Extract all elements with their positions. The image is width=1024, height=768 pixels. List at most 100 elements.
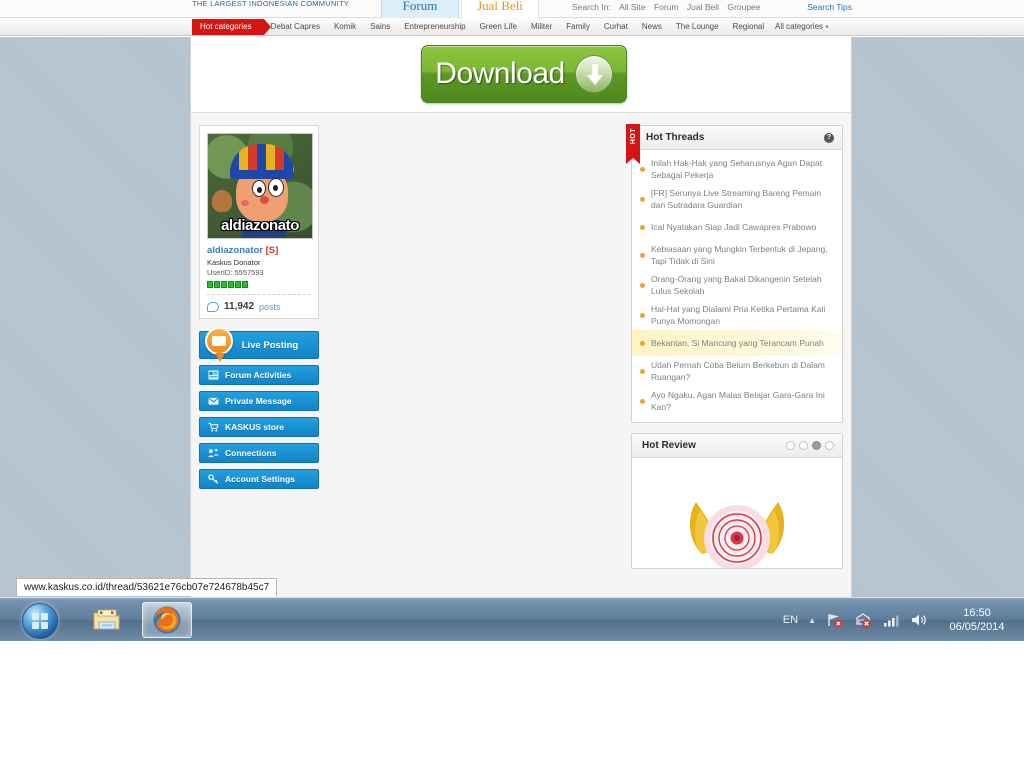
hot-thread-item-highlighted[interactable]: Bekantan, Si Mancung yang Terancam Punah [632, 330, 842, 356]
hot-review-header: Hot Review [632, 434, 842, 458]
sidebar-button-label: KASKUS store [225, 422, 285, 432]
user-sidebar: aldiazonato aldiazonator [S] Kaskus Dona… [199, 125, 319, 489]
taskbar-item-firefox[interactable] [142, 602, 192, 638]
search-scope-groupee[interactable]: Groupee [727, 2, 760, 12]
carousel-dots[interactable] [786, 441, 834, 450]
signal-bars-icon[interactable] [882, 612, 900, 628]
hot-ribbon-icon: HOT [626, 124, 640, 164]
sidebar-button-account-settings[interactable]: Account Settings [199, 469, 319, 489]
hot-thread-item[interactable]: Udah Pernah Coba Belum Berkebun di Dalam… [632, 356, 842, 386]
carousel-dot[interactable] [825, 441, 834, 450]
hot-thread-title: Bekantan, Si Mancung yang Terancam Punah [651, 338, 824, 348]
user-card: aldiazonato aldiazonator [S] Kaskus Dona… [199, 125, 319, 319]
bullet-icon [640, 340, 645, 346]
tab-jual-beli[interactable]: Jual Beli [461, 0, 539, 18]
hot-thread-item[interactable]: Ayo Ngaku, Agan Malas Belajar Gara-Gara … [632, 386, 842, 416]
chevron-up-icon[interactable]: ▲ [808, 616, 816, 625]
bullet-icon [640, 368, 645, 374]
hot-thread-item[interactable]: Inilah Hak-Hak yang Seharusnya Agan Dapa… [632, 154, 842, 184]
hot-thread-item[interactable]: Ical Nyatakan Siap Jadi Cawapres Prabowo [632, 214, 842, 240]
post-count-label: posts [259, 301, 281, 312]
carousel-dot-active[interactable] [812, 441, 821, 450]
hot-thread-title: Ayo Ngaku, Agan Malas Belajar Gara-Gara … [651, 390, 825, 412]
hot-thread-title: Ical Nyatakan Siap Jadi Cawapres Prabowo [651, 222, 817, 232]
browser-viewport: THE LARGEST INDONESIAN COMMUNITY Forum J… [0, 0, 1024, 597]
hot-review-title: Hot Review [642, 440, 696, 451]
taskbar-clock[interactable]: 16:50 06/05/2014 [938, 606, 1016, 634]
hot-thread-title: Kebiasaan yang Mungkin Terbentuk di Jepa… [651, 244, 828, 266]
hot-thread-item[interactable]: Orang-Orang yang Bakal Dikangenin Setela… [632, 270, 842, 300]
status-url: www.kaskus.co.id/thread/53621e76cb07e724… [24, 582, 270, 593]
windows-taskbar: EN ▲ 16:50 06/05/2014 [0, 597, 1024, 641]
action-center-error-icon[interactable] [854, 612, 872, 628]
category-news[interactable]: News [635, 18, 669, 36]
user-title: Kaskus Donator [207, 258, 261, 267]
tab-forum[interactable]: Forum [381, 0, 459, 18]
category-debat-capres[interactable]: Debat Capres [264, 18, 327, 36]
chevron-down-icon: ▾ [825, 24, 829, 31]
taskbar-item-file-explorer[interactable] [82, 602, 132, 638]
category-militer[interactable]: Militer [524, 18, 559, 36]
search-scope-all-site[interactable]: All Site [619, 2, 645, 12]
category-green-life[interactable]: Green Life [473, 18, 524, 36]
hot-thread-item[interactable]: Kebiasaan yang Mungkin Terbentuk di Jepa… [632, 240, 842, 270]
forum-activities-icon [208, 370, 219, 380]
live-posting-icon [205, 327, 233, 362]
category-sains[interactable]: Sains [363, 18, 397, 36]
hot-threads-header: HOT Hot Threads ? [626, 124, 842, 164]
username[interactable]: aldiazonator [S] [207, 245, 311, 256]
system-tray: EN ▲ 16:50 06/05/2014 [783, 598, 1024, 642]
category-komik[interactable]: Komik [327, 18, 363, 36]
download-label: Download [435, 57, 565, 90]
category-entrepreneurship[interactable]: Entrepreneurship [397, 18, 472, 36]
category-regional[interactable]: Regional [726, 18, 772, 36]
bullet-icon [640, 166, 645, 172]
site-header: THE LARGEST INDONESIAN COMMUNITY Forum J… [0, 0, 1024, 18]
volume-icon[interactable] [910, 612, 928, 628]
kaskus-logo[interactable]: THE LARGEST INDONESIAN COMMUNITY [192, 0, 362, 18]
category-curhat[interactable]: Curhat [597, 18, 635, 36]
sidebar-button-label: Private Message [225, 396, 292, 406]
sidebar-button-private-message[interactable]: Private Message [199, 391, 319, 411]
hot-categories-button[interactable]: Hot categories [192, 18, 271, 35]
username-text: aldiazonator [207, 245, 263, 256]
category-nav: Hot categories Debat Capres Komik Sains … [0, 18, 1024, 36]
hot-thread-title: Hal-Hal yang Dialami Pria Ketika Pertama… [651, 304, 826, 326]
carousel-dot[interactable] [786, 441, 795, 450]
help-icon[interactable]: ? [824, 133, 834, 143]
hot-thread-title: Udah Pernah Coba Belum Berkebun di Dalam… [651, 360, 825, 382]
avatar[interactable]: aldiazonato [207, 133, 313, 239]
sidebar-button-connections[interactable]: Connections [199, 443, 319, 463]
bullet-icon [640, 398, 645, 404]
key-icon [208, 474, 219, 484]
tray-language[interactable]: EN [783, 614, 798, 626]
hot-review-panel: Hot Review [631, 433, 843, 569]
bullet-icon [640, 282, 645, 288]
username-badge: [S] [265, 245, 279, 256]
sidebar-button-label: Connections [225, 448, 277, 458]
hot-thread-item[interactable]: Hal-Hal yang Dialami Pria Ketika Pertama… [632, 300, 842, 330]
clock-date: 06/05/2014 [949, 621, 1005, 633]
post-count-row[interactable]: 11,942 posts [207, 294, 311, 318]
hot-review-body[interactable] [632, 458, 842, 568]
download-button[interactable]: Download [421, 45, 627, 103]
windows-start-icon[interactable] [22, 603, 58, 639]
network-error-icon[interactable] [826, 612, 844, 628]
hot-thread-item[interactable]: [FR] Serunya Live Streaming Bareng Pemai… [632, 184, 842, 214]
category-the-lounge[interactable]: The Lounge [669, 18, 726, 36]
hot-threads-panel: HOT Hot Threads ? Inilah Hak-Hak yang Se… [626, 124, 843, 423]
sidebar-button-live-posting[interactable]: Live Posting [199, 327, 319, 362]
bullet-icon [640, 224, 645, 230]
post-count: 11,942 [224, 301, 255, 312]
sidebar-button-forum-activities[interactable]: Forum Activities [199, 365, 319, 385]
search-tips-link[interactable]: Search Tips [807, 2, 852, 12]
search-scope-forum[interactable]: Forum [654, 2, 679, 12]
search-scope-bar: Search In: All Site Forum Jual Beli Grou… [572, 2, 852, 16]
search-scope-jual-beli[interactable]: Jual Beli [687, 2, 719, 12]
download-arrow-icon [574, 55, 613, 93]
all-categories-dropdown[interactable]: All categories ▾ [775, 18, 829, 37]
browser-status-bar: www.kaskus.co.id/thread/53621e76cb07e724… [16, 578, 278, 596]
sidebar-button-kaskus-store[interactable]: KASKUS store [199, 417, 319, 437]
carousel-dot[interactable] [799, 441, 808, 450]
category-family[interactable]: Family [559, 18, 597, 36]
